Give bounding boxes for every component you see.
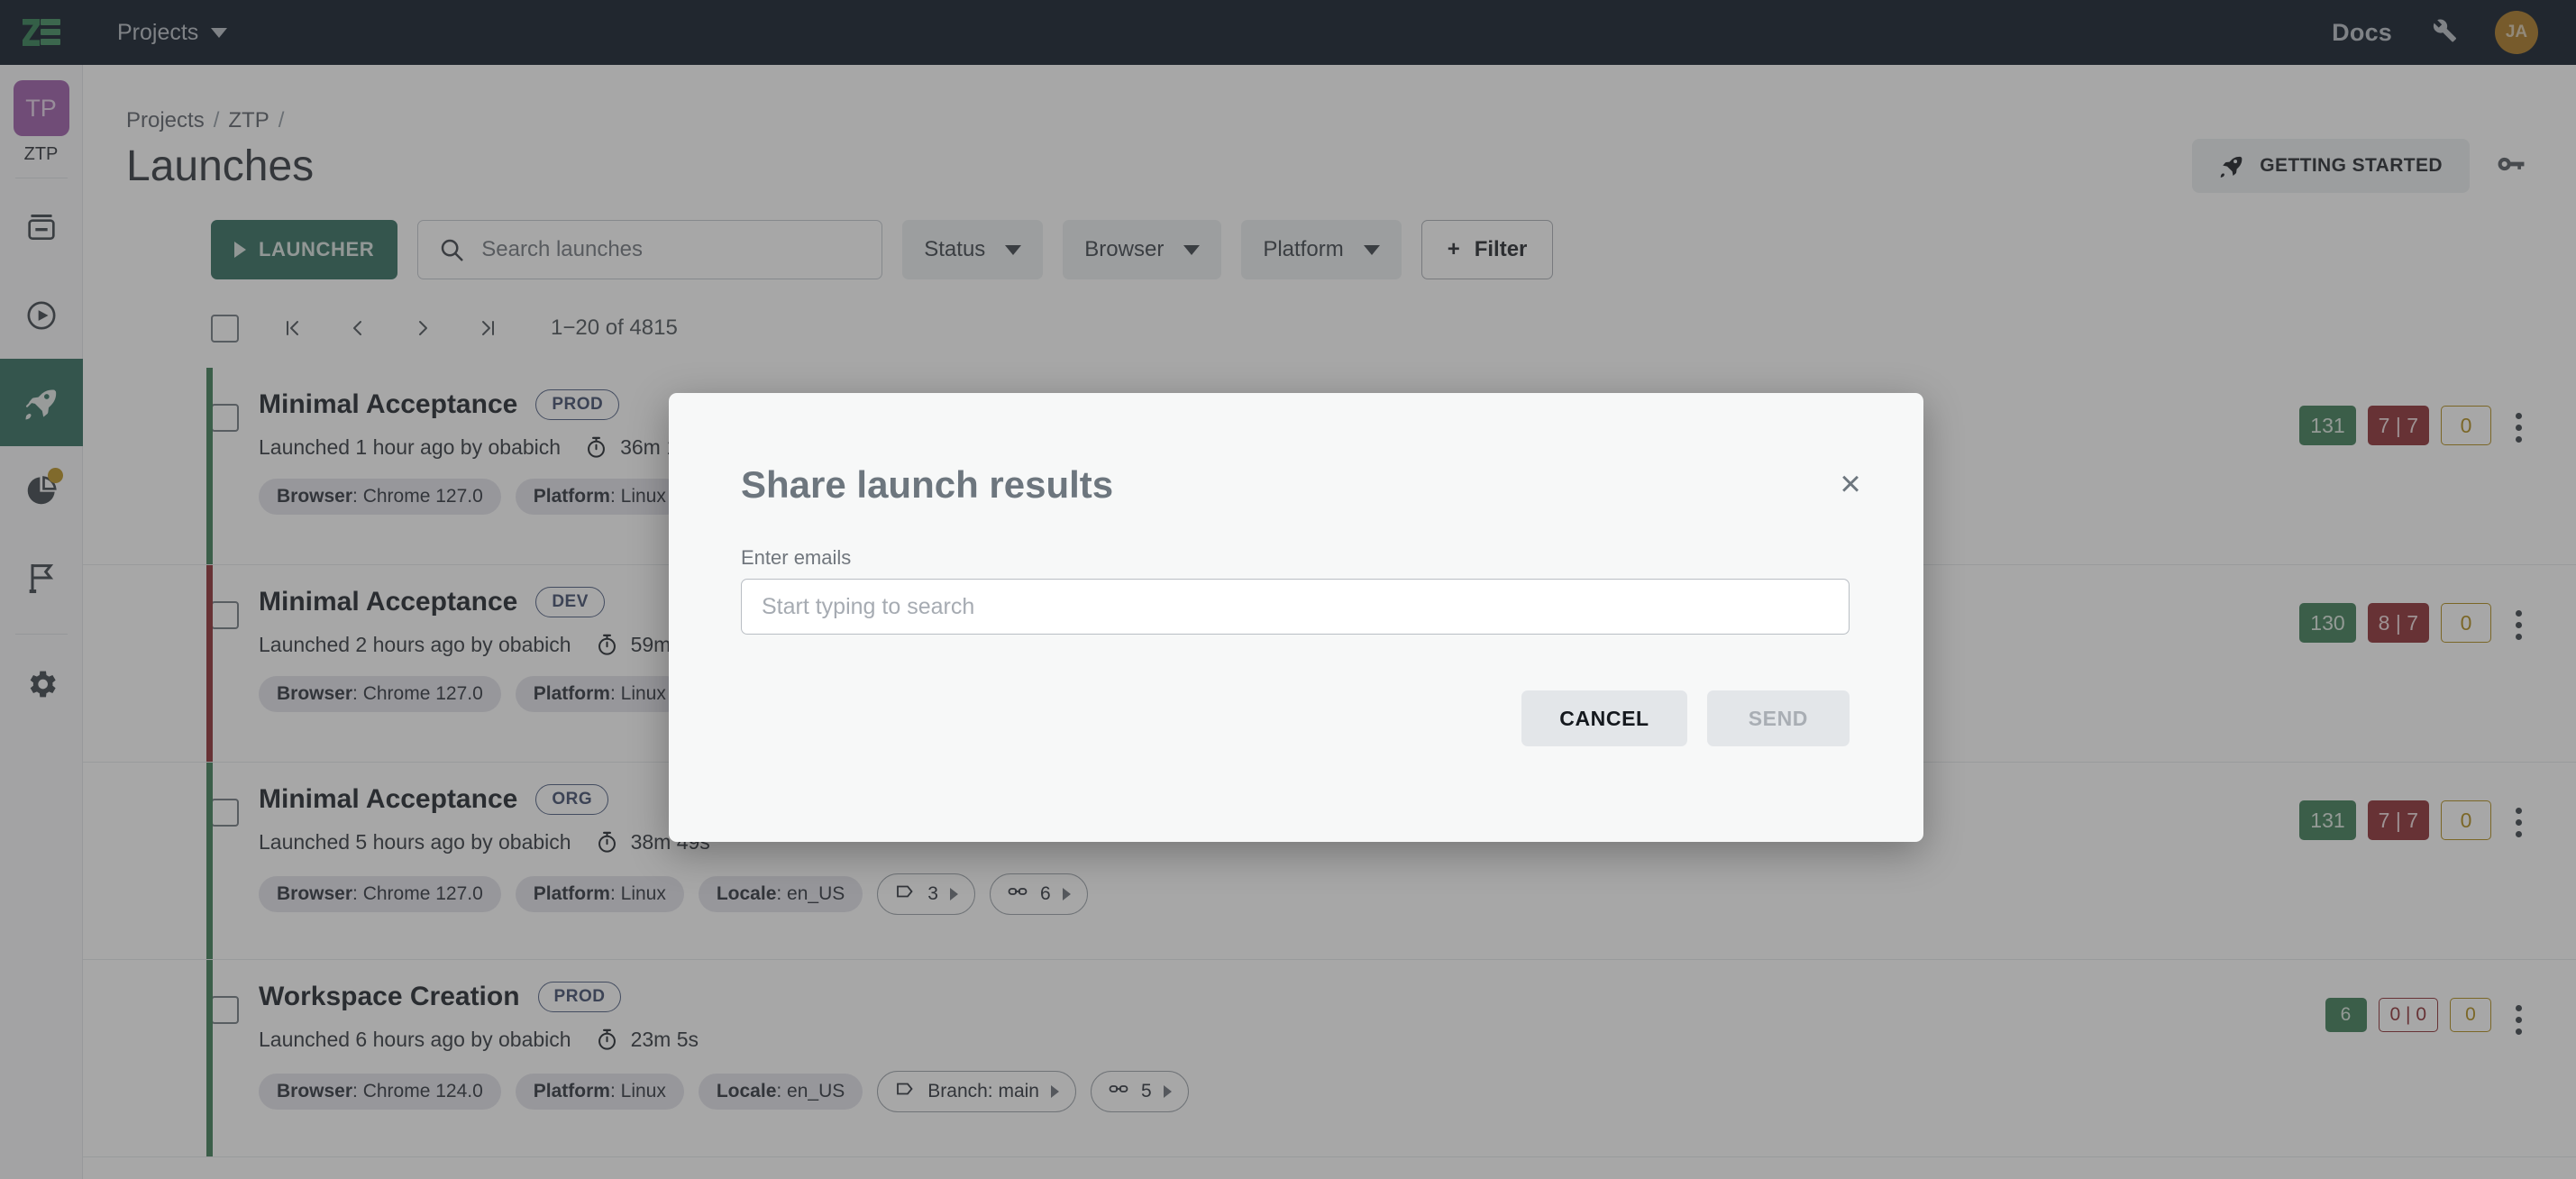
- close-icon[interactable]: ×: [1830, 463, 1871, 505]
- enter-emails-label: Enter emails: [741, 546, 852, 569]
- dialog-title: Share launch results: [741, 463, 1114, 506]
- send-button: SEND: [1706, 690, 1850, 746]
- share-launch-results-dialog: Share launch results × Enter emails CANC…: [669, 393, 1923, 842]
- cancel-button[interactable]: CANCEL: [1521, 690, 1687, 746]
- emails-input[interactable]: [741, 579, 1850, 635]
